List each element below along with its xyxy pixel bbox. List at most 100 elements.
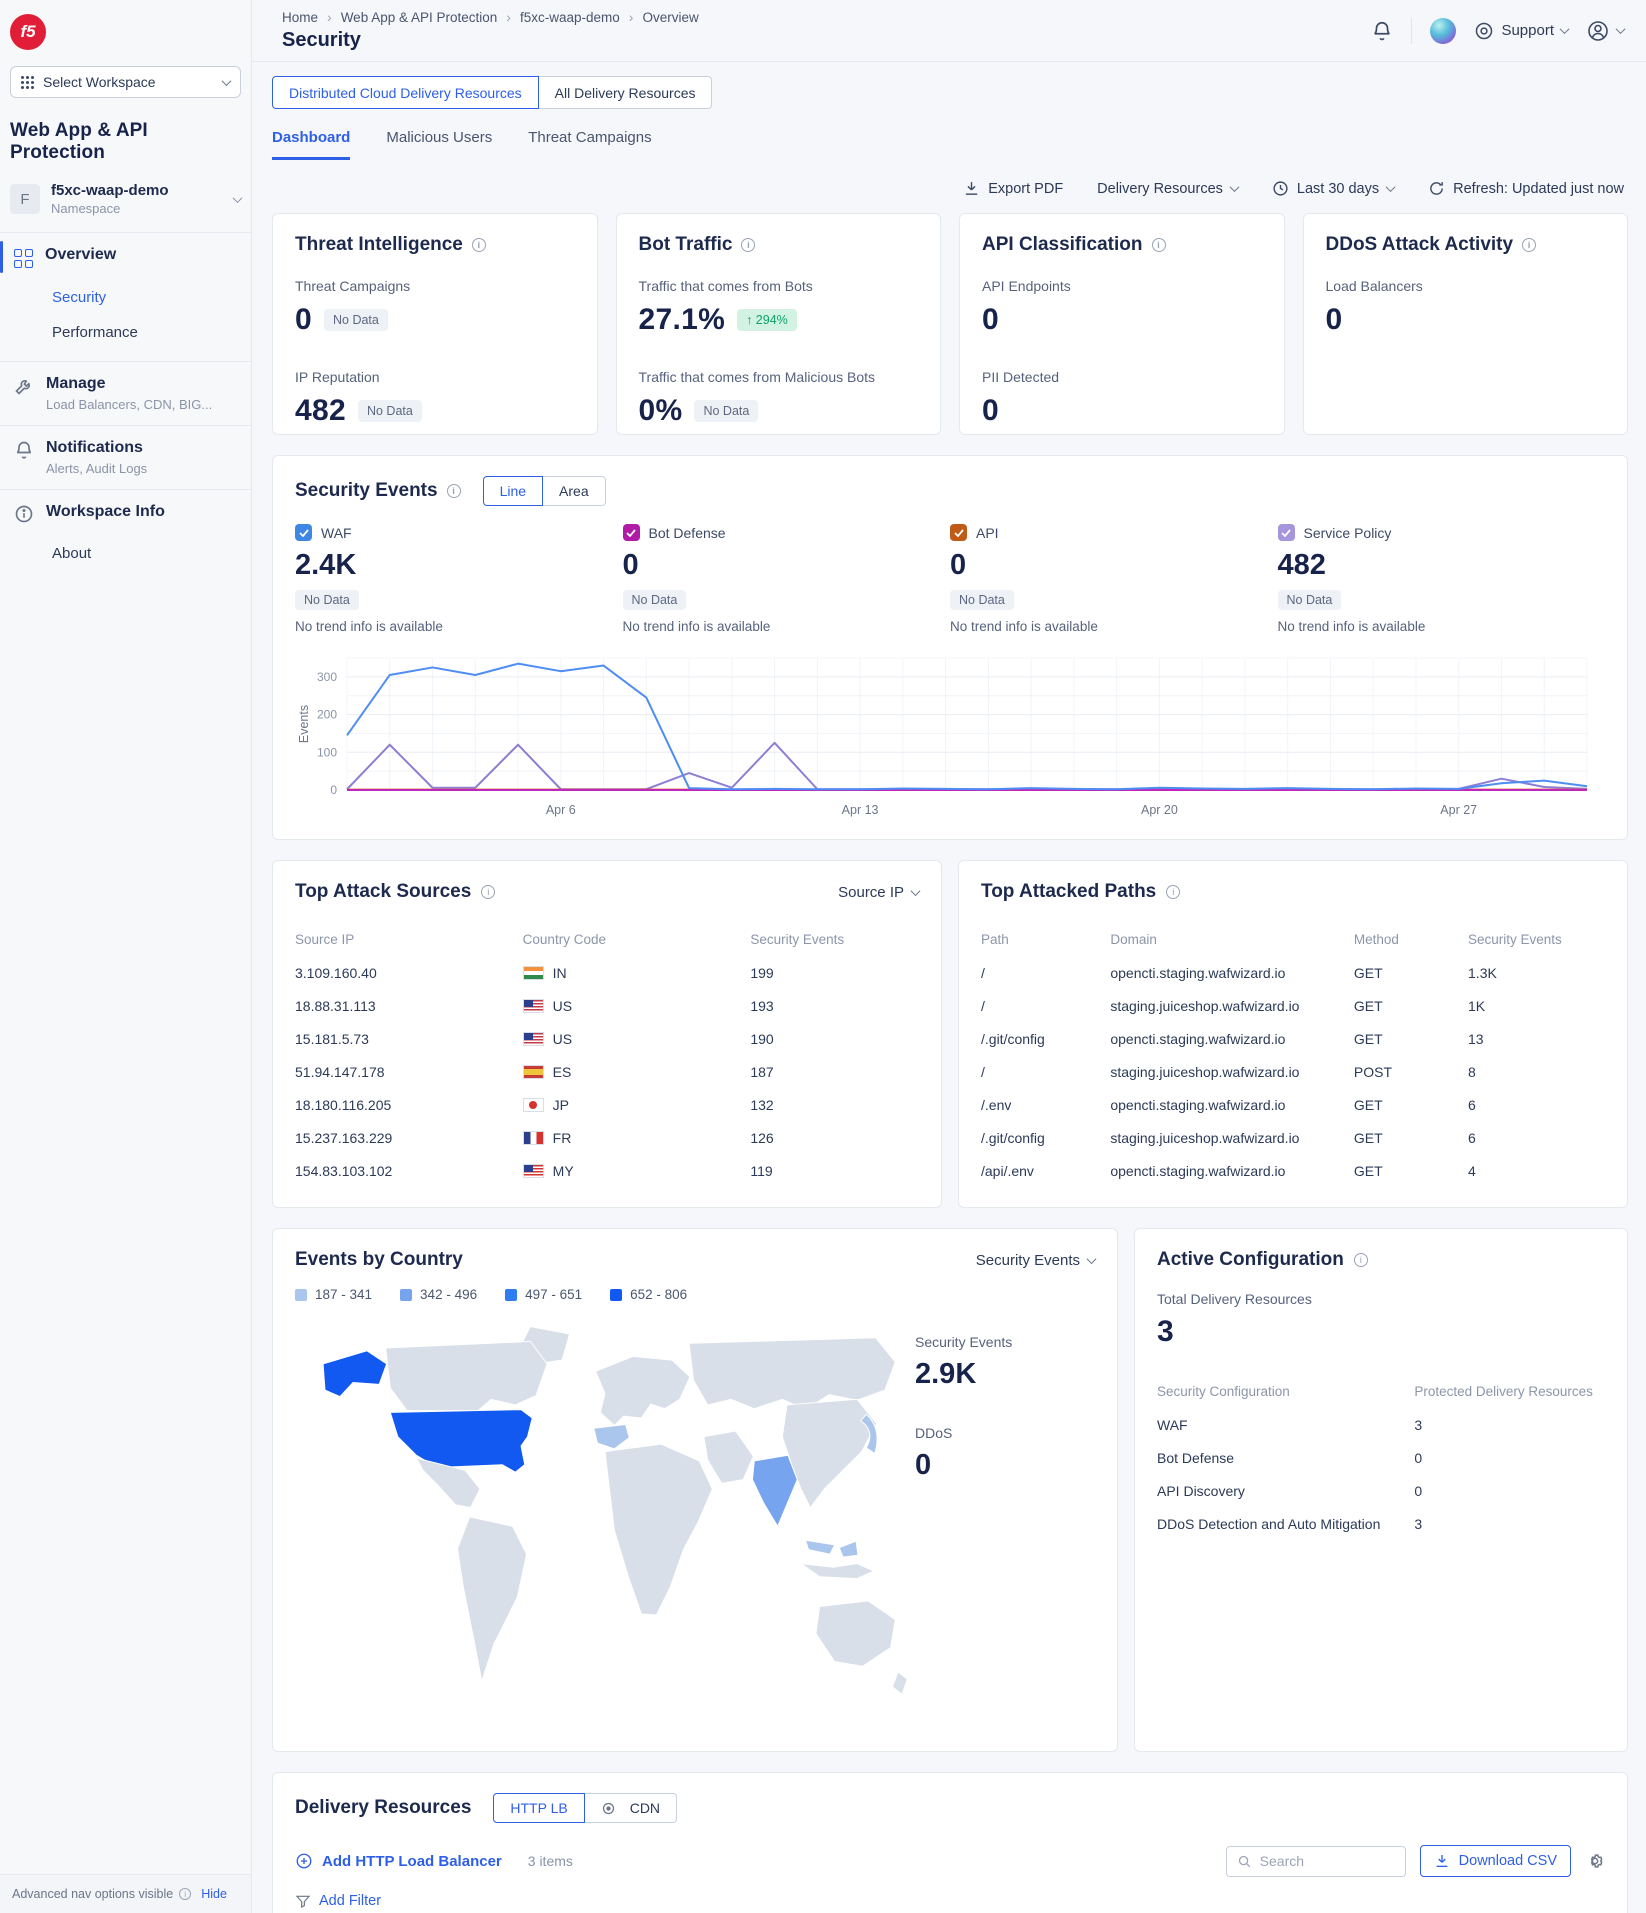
card-title: API Classification: [982, 234, 1143, 256]
breadcrumb-item[interactable]: Overview: [629, 9, 699, 25]
panel-title: Security Events: [295, 480, 438, 502]
table-row[interactable]: 3.109.160.40 IN 199: [295, 956, 919, 989]
breadcrumb-item[interactable]: Home: [282, 10, 318, 25]
protected-count: 0: [1414, 1483, 1605, 1499]
tab[interactable]: Threat Campaigns: [528, 129, 651, 160]
info-icon: [179, 1888, 191, 1900]
country-code: IN: [553, 965, 567, 981]
support-menu[interactable]: Support: [1474, 21, 1568, 41]
metric-value: 482: [295, 394, 346, 428]
toggle-all-delivery[interactable]: All Delivery Resources: [539, 76, 713, 109]
map-legend: 187 - 341342 - 496497 - 651652 - 806: [295, 1287, 1095, 1302]
hide-link[interactable]: Hide: [201, 1887, 227, 1901]
security-events-chart: 0100200300Apr 6Apr 13Apr 20Apr 27Events: [295, 648, 1605, 825]
add-http-lb-button[interactable]: Add HTTP Load Balancer: [295, 1852, 502, 1870]
toggle-distributed-cloud[interactable]: Distributed Cloud Delivery Resources: [272, 76, 539, 109]
funnel-icon: [295, 1893, 311, 1909]
info-icon[interactable]: [447, 484, 461, 498]
info-icon[interactable]: [741, 238, 755, 252]
info-icon[interactable]: [1354, 1253, 1368, 1267]
namespace-selector[interactable]: F f5xc-waap-demo Namespace: [0, 178, 251, 232]
sidebar-item-notifications[interactable]: Notifications Alerts, Audit Logs: [0, 426, 251, 489]
refresh-button[interactable]: Refresh: Updated just now: [1428, 180, 1624, 197]
attacked-path: /: [981, 1064, 1110, 1080]
country-flag-icon: [523, 1131, 544, 1145]
tab[interactable]: Dashboard: [272, 129, 350, 160]
table-row[interactable]: 15.181.5.73 US 190: [295, 1022, 919, 1055]
export-pdf-button[interactable]: Export PDF: [963, 180, 1063, 197]
select-workspace-dropdown[interactable]: Select Workspace: [10, 66, 241, 98]
notifications-bell-icon[interactable]: [1371, 20, 1393, 42]
protected-count: 3: [1414, 1417, 1605, 1433]
user-avatar-icon: [1586, 19, 1610, 43]
top-header: Home Web App & API Protection f5xc-waap-de…: [252, 0, 1646, 62]
table-row[interactable]: / staging.juiceshop.wafwizard.io GET 1K: [981, 989, 1605, 1022]
sidebar-item-performance[interactable]: Performance: [0, 316, 251, 351]
breadcrumb-item[interactable]: f5xc-waap-demo: [506, 9, 619, 25]
mode-line-button[interactable]: Line: [483, 476, 543, 506]
info-icon[interactable]: [1522, 238, 1536, 252]
source-ip-dropdown[interactable]: Source IP: [838, 884, 919, 901]
gear-icon[interactable]: [1585, 1851, 1605, 1871]
info-icon[interactable]: [1166, 885, 1180, 899]
security-events-count: 190: [750, 1031, 919, 1047]
country-code: ES: [553, 1064, 572, 1080]
tabs: Dashboard Malicious Users Threat Campaigns: [272, 129, 1628, 160]
series-checkbox[interactable]: [295, 524, 312, 541]
card-title: DDoS Attack Activity: [1326, 234, 1514, 256]
breadcrumb-item[interactable]: Web App & API Protection: [327, 9, 497, 25]
security-events-count: 199: [750, 965, 919, 981]
sidebar-item-overview[interactable]: Overview: [0, 233, 251, 281]
cdn-toggle[interactable]: CDN: [585, 1793, 677, 1823]
account-menu[interactable]: [1586, 19, 1624, 43]
table-row[interactable]: /api/.env opencti.staging.wafwizard.io G…: [981, 1154, 1605, 1187]
config-name: Bot Defense: [1157, 1450, 1414, 1466]
info-icon[interactable]: [481, 885, 495, 899]
table-row[interactable]: 15.237.163.229 FR 126: [295, 1121, 919, 1154]
search-input[interactable]: [1260, 1853, 1380, 1869]
config-name: API Discovery: [1157, 1483, 1414, 1499]
series-checkbox[interactable]: [623, 524, 640, 541]
table-row[interactable]: /.git/config staging.juiceshop.wafwizard…: [981, 1121, 1605, 1154]
add-filter-button[interactable]: Add Filter: [295, 1893, 1605, 1909]
sidebar-item-security[interactable]: Security: [0, 281, 251, 316]
table-row[interactable]: /.git/config opencti.staging.wafwizard.i…: [981, 1022, 1605, 1055]
sidebar-item-workspace-info[interactable]: Workspace Info: [0, 490, 251, 537]
svg-text:100: 100: [317, 745, 337, 759]
table-row[interactable]: / staging.juiceshop.wafwizard.io POST 8: [981, 1055, 1605, 1088]
map-russia: [689, 1338, 895, 1410]
sidebar-item-caption: Load Balancers, CDN, BIG...: [46, 397, 212, 412]
map-metric-dropdown[interactable]: Security Events: [976, 1252, 1095, 1269]
sidebar-item-about[interactable]: About: [0, 537, 251, 572]
world-map[interactable]: [295, 1306, 915, 1731]
delivery-resources-dropdown[interactable]: Delivery Resources: [1097, 181, 1238, 197]
download-csv-button[interactable]: Download CSV: [1420, 1845, 1571, 1877]
info-icon[interactable]: [472, 238, 486, 252]
info-icon[interactable]: [1152, 238, 1166, 252]
mode-area-button[interactable]: Area: [543, 476, 606, 506]
sidebar-item-manage[interactable]: Manage Load Balancers, CDN, BIG...: [0, 362, 251, 425]
series-checkbox[interactable]: [1278, 524, 1295, 541]
f5-logo[interactable]: f5: [10, 14, 46, 50]
table-row[interactable]: 51.94.147.178 ES 187: [295, 1055, 919, 1088]
advanced-nav-text: Advanced nav options visible: [12, 1887, 173, 1901]
total-value: 3: [1157, 1315, 1605, 1349]
namespace-name: f5xc-waap-demo: [51, 182, 169, 199]
series-checkbox[interactable]: [950, 524, 967, 541]
stat-cards-row: Threat Intelligence Threat Campaigns 0No…: [272, 213, 1628, 435]
main-area: Home Web App & API Protection f5xc-waap-de…: [252, 0, 1646, 1913]
table-row[interactable]: / opencti.staging.wafwizard.io GET 1.3K: [981, 956, 1605, 989]
stat-label: Security Events: [915, 1334, 1095, 1350]
tab[interactable]: Malicious Users: [386, 129, 492, 160]
table-row[interactable]: 154.83.103.102 MY 119: [295, 1154, 919, 1187]
map-south-america: [458, 1517, 527, 1681]
table-row[interactable]: 18.180.116.205 JP 132: [295, 1088, 919, 1121]
stat-value: 2.9K: [915, 1358, 1095, 1391]
table-row[interactable]: /.env opencti.staging.wafwizard.io GET 6: [981, 1088, 1605, 1121]
sidebar-item-caption: Alerts, Audit Logs: [46, 461, 147, 476]
http-lb-toggle[interactable]: HTTP LB: [493, 1793, 584, 1823]
table-row[interactable]: 18.88.31.113 US 193: [295, 989, 919, 1022]
assistant-orb-icon[interactable]: [1430, 18, 1456, 44]
time-range-dropdown[interactable]: Last 30 days: [1272, 180, 1394, 197]
country-flag-icon: [523, 1164, 544, 1178]
